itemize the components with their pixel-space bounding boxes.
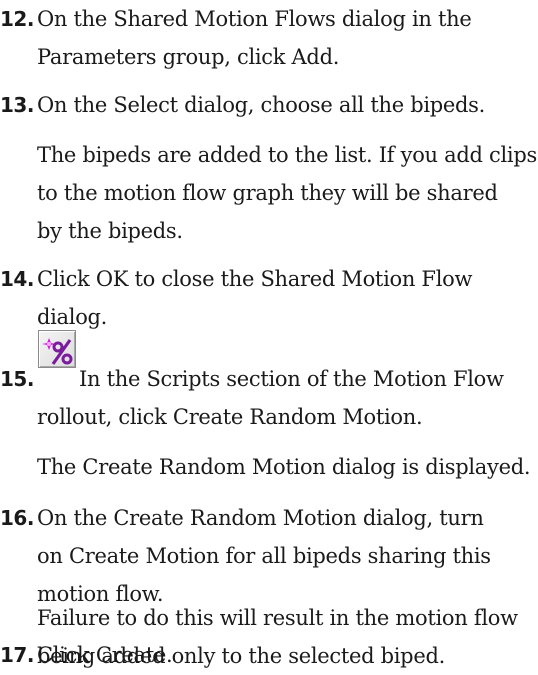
create-random-motion-icon xyxy=(38,330,76,368)
step-number: 13. xyxy=(0,93,34,117)
note-line: to the motion flow graph they will be sh… xyxy=(37,181,498,205)
step-line: On the Shared Motion Flows dialog in the xyxy=(37,7,472,31)
step-14: 14. Click OK to close the Shared Motion … xyxy=(0,260,538,336)
step-12: 12. On the Shared Motion Flows dialog in… xyxy=(0,0,538,76)
step-line: In the Scripts section of the Motion Flo… xyxy=(79,367,504,391)
step-17: 17. Click Create. xyxy=(0,636,538,674)
step-line: Parameters group, click Add. xyxy=(37,45,340,69)
step-line: dialog. xyxy=(37,305,108,329)
step-number: 14. xyxy=(0,267,34,291)
step-13-note: The bipeds are added to the list. If you… xyxy=(0,136,538,250)
step-number: 12. xyxy=(0,7,34,31)
note-line: Failure to do this will result in the mo… xyxy=(37,606,518,630)
step-15-note: The Create Random Motion dialog is displ… xyxy=(0,448,538,486)
step-line: Click Create. xyxy=(37,643,173,667)
document-page: 12. On the Shared Motion Flows dialog in… xyxy=(0,0,538,672)
note-line: by the bipeds. xyxy=(37,219,183,243)
step-line: On the Select dialog, choose all the bip… xyxy=(37,93,486,117)
step-line: On the Create Random Motion dialog, turn xyxy=(37,506,484,530)
note-line: The Create Random Motion dialog is displ… xyxy=(37,455,531,479)
step-line: rollout, click Create Random Motion. xyxy=(37,405,423,429)
step-15: 15. In the Scripts section of the Motion… xyxy=(0,330,538,436)
step-line: Click OK to close the Shared Motion Flow xyxy=(37,267,473,291)
percent-sparkle-icon xyxy=(42,338,73,365)
step-16: 16. On the Create Random Motion dialog, … xyxy=(0,499,538,613)
step-number: 16. xyxy=(0,506,34,530)
step-number: 15. xyxy=(0,367,34,391)
step-number: 17. xyxy=(0,643,34,667)
step-line: on Create Motion for all bipeds sharing … xyxy=(37,544,491,568)
note-line: The bipeds are added to the list. If you… xyxy=(37,143,537,167)
step-13: 13. On the Select dialog, choose all the… xyxy=(0,86,538,124)
